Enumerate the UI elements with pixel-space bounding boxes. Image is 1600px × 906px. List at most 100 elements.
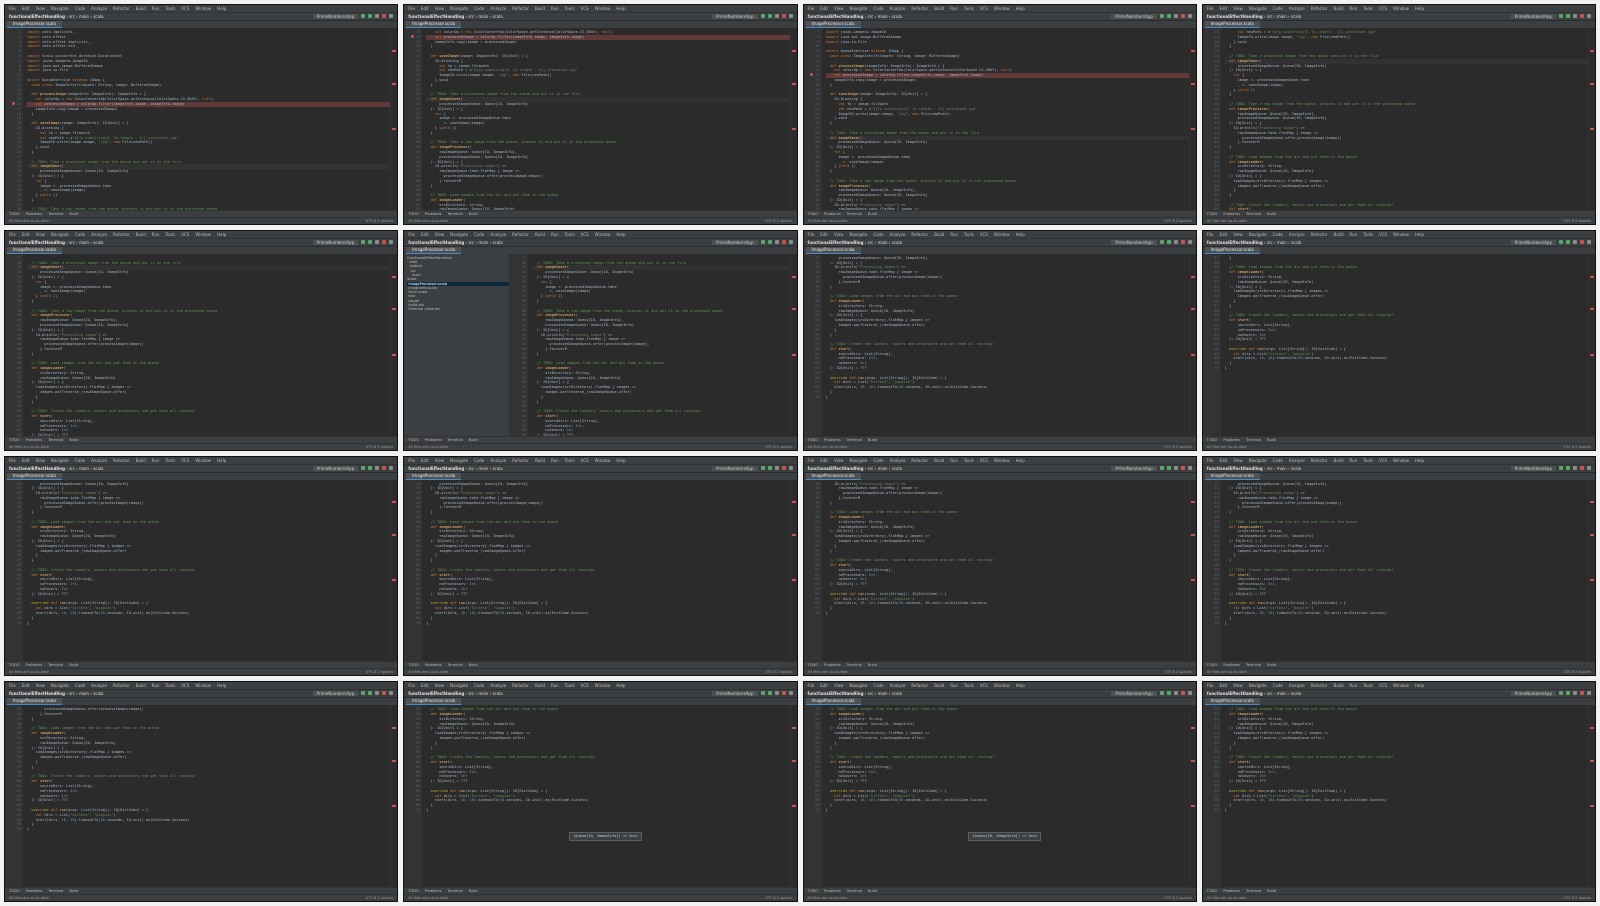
line-gutter[interactable]: 47 48 49 50 51 52 53 54 55 56 57 58 59 60 61 62 63 64 65 66… bbox=[1202, 253, 1221, 436]
menu-item-refactor[interactable]: Refactor bbox=[512, 683, 529, 688]
editor-tab[interactable]: ImageProcessor.scala bbox=[805, 246, 861, 254]
menu-item-edit[interactable]: Edit bbox=[22, 232, 30, 237]
tool-tab-problems[interactable]: Problems bbox=[1223, 438, 1240, 442]
status-encoding[interactable]: UTF-8 2 spaces bbox=[1164, 445, 1191, 449]
editor-tab[interactable]: ImageProcessor.scala bbox=[805, 698, 861, 706]
search-icon[interactable] bbox=[788, 14, 793, 18]
run-config-select[interactable]: PrimeNumbersApp bbox=[312, 465, 359, 471]
code-editor[interactable]: val newPath = s"${fp.substring(0, fp.len… bbox=[1221, 28, 1588, 210]
error-marker[interactable] bbox=[392, 727, 397, 730]
menu-item-analyze[interactable]: Analyze bbox=[91, 683, 107, 688]
menu-item-window[interactable]: Window bbox=[595, 6, 611, 11]
menu-item-help[interactable]: Help bbox=[616, 458, 625, 463]
menu-item-code[interactable]: Code bbox=[873, 458, 883, 463]
build-icon[interactable] bbox=[375, 465, 380, 470]
menu-item-window[interactable]: Window bbox=[1393, 6, 1409, 11]
menu-item-vcs[interactable]: VCS bbox=[980, 458, 988, 463]
menu-item-window[interactable]: Window bbox=[994, 6, 1010, 11]
code-line[interactable]: } bbox=[1225, 621, 1588, 626]
editor-tab[interactable]: ImageProcessor.scala bbox=[1204, 21, 1260, 28]
menu-item-file[interactable]: File bbox=[408, 458, 415, 463]
tool-tab-terminal[interactable]: Terminal bbox=[447, 889, 462, 893]
menu-item-tools[interactable]: Tools bbox=[1363, 232, 1373, 237]
editor-scrollbar[interactable] bbox=[1588, 28, 1595, 210]
error-marker[interactable] bbox=[392, 49, 397, 52]
tool-tab-build[interactable]: Build bbox=[1267, 212, 1276, 216]
project-name[interactable]: functionalEffectHandling bbox=[1207, 691, 1263, 696]
status-encoding[interactable]: UTF-8 2 spaces bbox=[765, 219, 792, 223]
menu-item-vcs[interactable]: VCS bbox=[1379, 458, 1387, 463]
tree-item[interactable]: External Libraries bbox=[407, 307, 509, 311]
menu-item-navigate[interactable]: Navigate bbox=[1249, 683, 1267, 688]
menu-item-refactor[interactable]: Refactor bbox=[1311, 232, 1328, 237]
tool-tab-build[interactable]: Build bbox=[868, 889, 877, 893]
build-icon[interactable] bbox=[774, 691, 779, 696]
stop-icon[interactable] bbox=[382, 691, 387, 696]
menu-item-window[interactable]: Window bbox=[195, 6, 211, 11]
run-icon[interactable] bbox=[1559, 14, 1563, 18]
run-icon[interactable] bbox=[760, 14, 765, 18]
stop-icon[interactable] bbox=[1580, 239, 1584, 244]
error-marker[interactable] bbox=[392, 579, 397, 582]
debug-icon[interactable] bbox=[1166, 239, 1171, 244]
menu-item-file[interactable]: File bbox=[808, 232, 815, 237]
menu-item-code[interactable]: Code bbox=[75, 458, 85, 463]
menu-item-run[interactable]: Run bbox=[551, 683, 559, 688]
menu-item-analyze[interactable]: Analyze bbox=[91, 232, 107, 237]
tool-tab-problems[interactable]: Problems bbox=[26, 438, 43, 442]
menu-item-navigate[interactable]: Navigate bbox=[51, 458, 69, 463]
run-icon[interactable] bbox=[760, 239, 765, 244]
code-editor[interactable]: processedImageQueue: Queue[IO, ImageInfo… bbox=[23, 480, 390, 662]
menu-item-navigate[interactable]: Navigate bbox=[849, 683, 867, 688]
line-gutter[interactable]: 27 28 29 30 31 32 33 34 35 36 37 38 39 40 41 42 43 44 45 46… bbox=[5, 253, 23, 436]
error-marker[interactable] bbox=[392, 501, 397, 504]
menu-item-tools[interactable]: Tools bbox=[964, 232, 974, 237]
editor-scrollbar[interactable] bbox=[390, 479, 398, 662]
menu-item-window[interactable]: Window bbox=[1393, 232, 1409, 237]
menu-item-help[interactable]: Help bbox=[616, 232, 625, 237]
tool-tab-problems[interactable]: Problems bbox=[1223, 212, 1240, 216]
error-marker[interactable] bbox=[392, 353, 397, 356]
menu-item-help[interactable]: Help bbox=[1016, 232, 1025, 237]
tool-tab-problems[interactable]: Problems bbox=[26, 212, 43, 216]
run-config-select[interactable]: PrimeNumbersApp bbox=[1111, 239, 1157, 245]
run-icon[interactable] bbox=[1159, 239, 1164, 244]
menu-item-help[interactable]: Help bbox=[1415, 6, 1424, 11]
status-encoding[interactable]: UTF-8 2 spaces bbox=[1564, 670, 1591, 674]
menu-item-refactor[interactable]: Refactor bbox=[1311, 683, 1328, 688]
tool-tab-todo[interactable]: TODO bbox=[808, 438, 819, 442]
stop-icon[interactable] bbox=[382, 14, 387, 18]
debug-icon[interactable] bbox=[368, 691, 373, 696]
menu-item-build[interactable]: Build bbox=[934, 6, 944, 11]
error-marker[interactable] bbox=[1590, 127, 1594, 130]
run-icon[interactable] bbox=[760, 691, 765, 696]
menu-item-build[interactable]: Build bbox=[136, 6, 146, 11]
menu-item-edit[interactable]: Edit bbox=[421, 683, 429, 688]
build-icon[interactable] bbox=[375, 691, 380, 696]
menu-item-help[interactable]: Help bbox=[1016, 6, 1025, 11]
status-encoding[interactable]: UTF-8 2 spaces bbox=[765, 896, 792, 900]
line-gutter[interactable]: 49 50 51 52 53 54 55 56 57 58 59 60 61 62 63 64 65 66 67 68… bbox=[404, 705, 423, 887]
editor-scrollbar[interactable] bbox=[1188, 28, 1196, 210]
menu-item-run[interactable]: Run bbox=[950, 458, 958, 463]
menu-item-code[interactable]: Code bbox=[474, 683, 484, 688]
code-line[interactable]: ): IO[Unit] = ??? bbox=[532, 433, 789, 435]
code-line[interactable]: } bbox=[426, 808, 789, 813]
status-encoding[interactable]: UTF-8 2 spaces bbox=[1564, 896, 1591, 900]
menu-item-analyze[interactable]: Analyze bbox=[490, 458, 506, 463]
project-name[interactable]: functionalEffectHandling bbox=[9, 240, 65, 245]
editor-tab[interactable]: ImageProcessor.scala bbox=[7, 21, 62, 28]
error-marker[interactable] bbox=[1590, 308, 1594, 311]
run-icon[interactable] bbox=[361, 691, 366, 696]
menu-item-edit[interactable]: Edit bbox=[22, 6, 30, 11]
menu-item-build[interactable]: Build bbox=[934, 232, 944, 237]
error-marker[interactable] bbox=[392, 308, 397, 311]
debug-icon[interactable] bbox=[1166, 14, 1171, 18]
error-marker[interactable] bbox=[791, 501, 796, 504]
error-marker[interactable] bbox=[392, 82, 397, 85]
editor-scrollbar[interactable] bbox=[390, 28, 398, 210]
menu-item-refactor[interactable]: Refactor bbox=[512, 6, 529, 11]
menu-item-run[interactable]: Run bbox=[1350, 683, 1358, 688]
run-config-select[interactable]: PrimeNumbersApp bbox=[1510, 465, 1556, 471]
menu-item-view[interactable]: View bbox=[435, 683, 445, 688]
